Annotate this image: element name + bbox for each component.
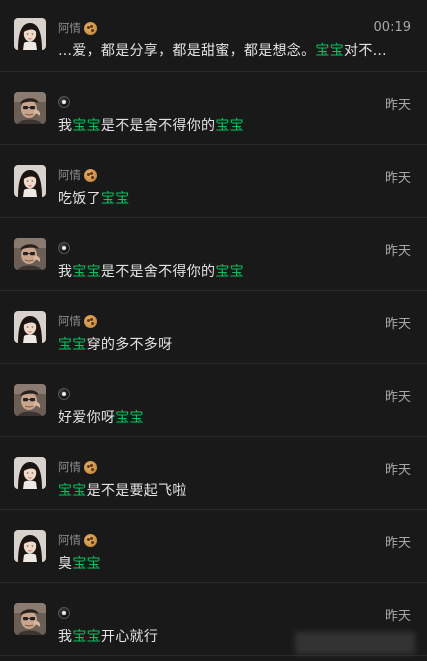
message-preview: 宝宝是不是要起飞啦 — [58, 480, 187, 500]
avatar-girl[interactable] — [14, 18, 46, 50]
avatar-boy[interactable] — [14, 384, 46, 416]
message-preview: 臭宝宝 — [58, 553, 101, 573]
eight-ball-icon — [58, 96, 70, 108]
conversation-item[interactable]: 昨天好爱你呀宝宝 — [0, 364, 427, 437]
highlighted-keyword: 宝宝 — [100, 191, 130, 207]
message-text: 对不… — [344, 43, 387, 59]
message-text: 我 — [58, 264, 73, 280]
conversation-item[interactable]: 阿情 昨天宝宝是不是要起飞啦 — [0, 437, 427, 510]
message-time: 00:19 — [373, 20, 411, 35]
sender-name-line — [58, 605, 70, 621]
message-time: 昨天 — [384, 536, 411, 551]
sender-name: 阿情 — [58, 460, 81, 474]
message-preview: 好爱你呀宝宝 — [58, 407, 144, 427]
cookie-icon — [84, 168, 97, 182]
message-text: 是不是要起飞啦 — [86, 483, 187, 499]
sender-name-line — [58, 94, 70, 110]
conversation-item[interactable]: 昨天 我宝宝是不是舍不得你的宝宝 — [0, 72, 427, 145]
sender-name-line — [58, 240, 70, 256]
sender-name-line: 阿情 — [58, 20, 97, 36]
message-text: 我 — [58, 118, 73, 134]
message-text: 吃饭了 — [58, 191, 101, 207]
avatar-girl[interactable] — [14, 530, 46, 562]
highlighted-keyword: 宝宝 — [58, 483, 87, 499]
cookie-icon — [84, 460, 97, 474]
sender-name-line: 阿情 — [58, 313, 97, 329]
message-time: 昨天 — [384, 317, 411, 332]
avatar-boy[interactable] — [14, 92, 46, 124]
conversation-item[interactable]: 阿情 昨天臭宝宝 — [0, 510, 427, 583]
highlighted-keyword: 宝宝 — [315, 43, 345, 59]
highlighted-keyword: 宝宝 — [72, 556, 101, 572]
conversation-item[interactable]: 阿情 昨天吃饭了宝宝 — [0, 145, 427, 218]
message-text: 臭 — [58, 556, 73, 572]
conversation-list: 阿情 00:19 …爱，都是分享，都是甜蜜，都是想念。宝宝对不… 昨天 我宝宝是不是舍… — [0, 0, 427, 656]
sender-name: 阿情 — [58, 168, 81, 182]
sender-name: 阿情 — [58, 21, 81, 35]
message-text: …爱，都是分享，都是甜蜜，都是想念。 — [58, 43, 316, 59]
message-preview: 我宝宝是不是舍不得你的宝宝 — [58, 115, 244, 135]
message-preview: 我宝宝是不是舍不得你的宝宝 — [58, 261, 244, 281]
cookie-icon — [84, 314, 97, 328]
eight-ball-icon — [58, 607, 70, 619]
eight-ball-icon — [58, 242, 70, 254]
conversation-item[interactable]: 阿情 00:19 …爱，都是分享，都是甜蜜，都是想念。宝宝对不… — [0, 0, 427, 72]
highlighted-keyword: 宝宝 — [72, 264, 101, 280]
message-text: 我 — [58, 629, 73, 645]
message-time: 昨天 — [384, 609, 411, 624]
message-text: 是不是舍不得你的 — [100, 264, 216, 280]
conversation-item[interactable]: 阿情 昨天宝宝穿的多不多呀 — [0, 291, 427, 364]
sender-name-line: 阿情 — [58, 532, 97, 548]
message-time: 昨天 — [384, 463, 411, 478]
avatar-girl[interactable] — [14, 457, 46, 489]
message-text: 开心就行 — [100, 629, 159, 645]
avatar-boy[interactable] — [14, 603, 46, 635]
sender-name: 阿情 — [58, 314, 81, 328]
message-time: 昨天 — [384, 244, 411, 259]
message-text: 是不是舍不得你的 — [100, 118, 216, 134]
sender-name: 阿情 — [58, 533, 81, 547]
avatar-girl[interactable] — [14, 311, 46, 343]
sender-name-line — [58, 386, 70, 402]
eight-ball-icon — [58, 388, 70, 400]
cookie-icon — [84, 533, 97, 547]
message-time: 昨天 — [384, 98, 411, 113]
cookie-icon — [84, 21, 97, 35]
message-preview: 我宝宝开心就行 — [58, 626, 158, 646]
message-preview: 吃饭了宝宝 — [58, 188, 130, 208]
message-time: 昨天 — [384, 390, 411, 405]
conversation-item[interactable]: 昨天 我宝宝是不是舍不得你的宝宝 — [0, 218, 427, 291]
message-time: 昨天 — [384, 171, 411, 186]
message-text: 好爱你呀 — [58, 410, 116, 426]
highlighted-keyword: 宝宝 — [72, 118, 101, 134]
highlighted-keyword: 宝宝 — [72, 629, 101, 645]
message-text: 穿的多不多呀 — [86, 337, 173, 353]
avatar-boy[interactable] — [14, 238, 46, 270]
highlighted-keyword: 宝宝 — [115, 410, 144, 426]
highlighted-keyword: 宝宝 — [215, 264, 244, 280]
sender-name-line: 阿情 — [58, 459, 97, 475]
avatar-girl[interactable] — [14, 165, 46, 197]
blurred-watermark — [295, 632, 415, 654]
sender-name-line: 阿情 — [58, 167, 97, 183]
message-preview: 宝宝穿的多不多呀 — [58, 334, 172, 354]
message-preview: …爱，都是分享，都是甜蜜，都是想念。宝宝对不… — [58, 40, 387, 60]
highlighted-keyword: 宝宝 — [58, 337, 87, 353]
highlighted-keyword: 宝宝 — [215, 118, 244, 134]
